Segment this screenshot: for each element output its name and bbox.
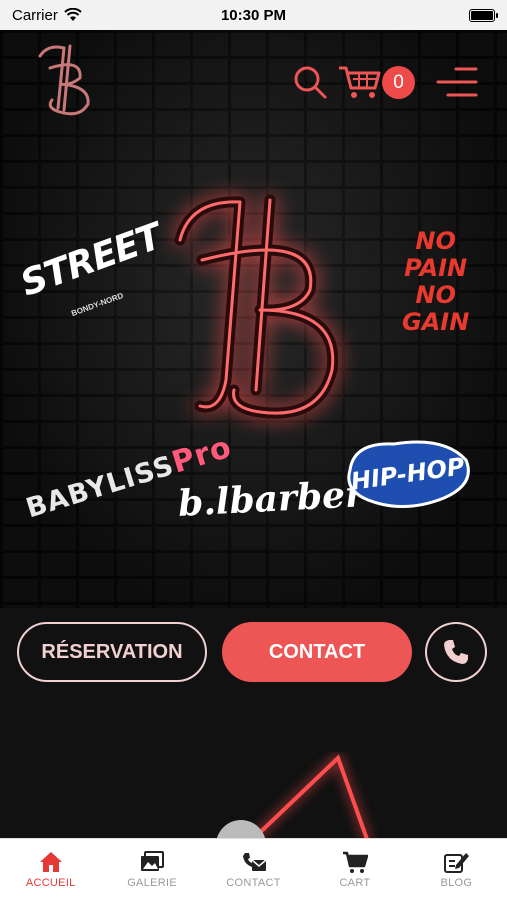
call-button[interactable] [425,622,487,682]
tab-blog[interactable]: BLOG [406,839,507,900]
brand-logo-small[interactable] [30,38,100,122]
tab-accueil[interactable]: ACCUEIL [0,839,101,900]
brand-logo-neon [174,194,339,419]
tab-contact[interactable]: CONTACT [203,839,304,900]
search-button[interactable] [290,62,330,102]
blbarber-signature: b.lbarber [177,473,365,525]
carrier-label: Carrier [12,6,58,24]
no-pain-no-gain-sticker: NO PAIN NO GAIN [402,228,469,336]
sticker-line: GAIN [402,308,470,336]
street-sticker-sub: BONDY-NORD [70,290,125,319]
sticker-line: NO [415,281,456,309]
search-icon [294,66,327,99]
edit-icon [444,853,470,873]
babyliss-text: BABYLISS [22,450,178,525]
contact-button[interactable]: CONTACT [222,622,412,682]
wifi-icon [64,8,82,21]
street-sticker: STREET [15,216,167,305]
sticker-line: PAIN [404,254,468,282]
reservation-button[interactable]: RÉSERVATION [17,622,207,682]
sticker-line: NO [415,227,456,255]
cart-button[interactable] [336,62,382,102]
status-bar: Carrier 10:30 PM [0,0,507,30]
gallery-icon [141,851,165,871]
bottom-tab-bar: ACCUEIL GALERIE CONTACT CART BLOG [0,838,507,900]
menu-button[interactable] [432,62,480,102]
hamburger-menu-icon [436,67,478,97]
tab-galerie[interactable]: GALERIE [101,839,202,900]
hip-hop-sticker: HIP-HOP [347,440,470,509]
tab-label: BLOG [440,877,473,889]
tab-cart[interactable]: CART [304,839,405,900]
battery-icon [469,8,498,22]
cart-icon [339,66,381,98]
hero-brick-wall: 0 STREET BONDY-NORD NO PAIN NO GAIN BABY… [0,30,507,608]
tab-label: ACCUEIL [25,877,76,889]
home-icon [39,852,62,872]
phone-icon [444,640,468,664]
cart-count-badge[interactable]: 0 [382,66,415,99]
mail-icon [242,853,267,871]
tab-label: CART [339,877,371,889]
babyliss-pro-text: Pro [167,429,236,481]
cart-icon [342,851,368,873]
tab-label: CONTACT [226,877,281,889]
tab-label: GALERIE [127,877,177,889]
